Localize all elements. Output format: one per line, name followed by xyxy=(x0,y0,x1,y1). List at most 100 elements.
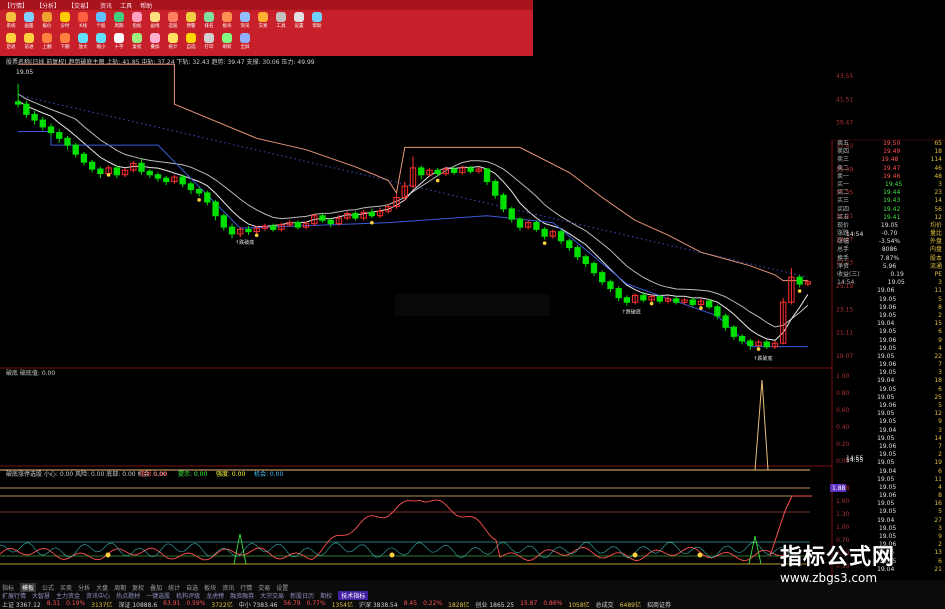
chart-area[interactable]: 股票名称(日线 前复权) 趋势破底主图 上轨: 41.85 中轨: 37.24 … xyxy=(0,56,945,580)
quote-cell: 19.04 xyxy=(877,377,895,385)
quote-row: 19.05 9 xyxy=(834,418,945,426)
quote-row: 19.05 2 xyxy=(834,451,945,459)
down-icon xyxy=(60,33,70,43)
quote-row: 现价 19.05 均价 xyxy=(834,222,945,230)
quote-row: 19.05 6 xyxy=(834,328,945,336)
tool-button-17[interactable]: 帮助 xyxy=(308,11,326,30)
extension-tab-11[interactable]: 期权 xyxy=(320,591,332,600)
ticker-cell: 6489亿 xyxy=(619,602,641,609)
extension-tab-0[interactable]: 扩展行情 xyxy=(2,591,26,600)
extension-tab-10[interactable]: 新股日历 xyxy=(290,591,314,600)
quote-cell: 19.04 xyxy=(878,467,897,475)
signal-dot xyxy=(197,198,201,202)
menu-item-5[interactable]: 帮助 xyxy=(140,1,152,10)
tool-button-10[interactable]: 预警 xyxy=(182,11,200,30)
current-price-label: 19.05 xyxy=(16,69,33,76)
nav-button-12[interactable]: 刷新 xyxy=(218,32,236,51)
menu-item-1[interactable]: 【分析】 xyxy=(36,1,60,10)
candle-body xyxy=(557,231,565,242)
extension-tab-1[interactable]: 大智慧 xyxy=(32,591,50,600)
menu-item-2[interactable]: 【交易】 xyxy=(68,1,92,10)
print-icon xyxy=(204,33,214,43)
nav-button-11[interactable]: 打印 xyxy=(200,32,218,51)
menu-item-4[interactable]: 工具 xyxy=(120,1,132,10)
candle-body xyxy=(187,183,195,191)
tool-button-11[interactable]: 排名 xyxy=(200,11,218,30)
tool-button-7[interactable]: 指标 xyxy=(128,11,146,30)
quote-cell: 19.05 xyxy=(877,475,895,483)
menu-item-3[interactable]: 资讯 xyxy=(100,1,112,10)
nav-button-9[interactable]: 统计 xyxy=(164,32,182,51)
tool-label: 分时 xyxy=(60,23,70,29)
tool-button-6[interactable]: 周期 xyxy=(110,11,128,30)
candle-body xyxy=(97,168,104,175)
extension-tab-9[interactable]: 大宗交易 xyxy=(260,591,284,600)
tool-button-8[interactable]: 画线 xyxy=(146,11,164,30)
tool-button-2[interactable]: 报价 xyxy=(38,11,56,30)
candle-body xyxy=(508,208,515,220)
quote-cell: 3 xyxy=(938,426,942,434)
nav-button-6[interactable]: 十字 xyxy=(110,32,128,51)
tool-button-15[interactable]: 工具 xyxy=(272,11,290,30)
quote-cell: 19.05 xyxy=(880,221,899,229)
tool-button-13[interactable]: 资讯 xyxy=(236,11,254,30)
quote-cell: 买五 xyxy=(837,213,850,221)
quote-cell: 19.06 xyxy=(878,303,897,311)
grid-icon xyxy=(6,12,16,22)
candle-body xyxy=(113,167,121,176)
signal-dot xyxy=(649,301,654,306)
indicator2-signal-dot xyxy=(105,552,111,558)
quote-cell: 卖五 xyxy=(837,140,850,147)
nav-button-2[interactable]: 上翻 xyxy=(38,32,56,51)
menu-item-0[interactable]: 【行情】 xyxy=(4,1,28,10)
quote-cell: 19.05 xyxy=(877,434,895,442)
tool-button-16[interactable]: 设置 xyxy=(290,11,308,30)
tool-button-3[interactable]: 分时 xyxy=(56,11,74,30)
quote-row: 19.06 7 xyxy=(834,361,945,369)
extension-tab-3[interactable]: 资讯中心 xyxy=(86,591,110,600)
tool-button-0[interactable]: 系统 xyxy=(2,11,20,30)
extension-tab-row: 扩展行情 大智慧 主力资金 资讯中心 热点题材 一键选股 机构评级 龙虎榜 融资融券 大宗交易 新股… xyxy=(2,591,369,600)
tool-button-14[interactable]: 交易 xyxy=(254,11,272,30)
quote-cell: 6 xyxy=(938,328,942,336)
nav-button-7[interactable]: 复权 xyxy=(128,32,146,51)
extension-tab-7[interactable]: 龙虎榜 xyxy=(206,591,224,600)
quote-row: 19.05 11 xyxy=(834,476,945,484)
nav-button-3[interactable]: 下翻 xyxy=(56,32,74,51)
extension-tab-4[interactable]: 热点题材 xyxy=(116,591,140,600)
candle-body xyxy=(294,222,301,228)
highlight-tab[interactable]: 技术指标 xyxy=(338,591,369,600)
extension-tab-5[interactable]: 一键选股 xyxy=(146,591,170,600)
tool-button-12[interactable]: 板块 xyxy=(218,11,236,30)
nav-button-8[interactable]: 叠加 xyxy=(146,32,164,51)
signal-dot xyxy=(542,241,547,246)
nav-button-0[interactable]: 后退 xyxy=(2,32,20,51)
nav-button-4[interactable]: 放大 xyxy=(74,32,92,51)
quote-row: 14:54 19.05 3 xyxy=(834,279,945,287)
quote-row: 19.06 7 xyxy=(834,443,945,451)
extension-tab-2[interactable]: 主力资金 xyxy=(56,591,80,600)
quote-panel: 卖五 19.50 65 卖四 19.49 18 卖三 19.48 114 卖二 19.47 46 卖一 1… xyxy=(834,140,945,580)
tool-button-4[interactable]: K线 xyxy=(74,11,92,30)
ticker-cell: 1058亿 xyxy=(568,602,590,609)
candle-body xyxy=(72,144,79,155)
candle-icon xyxy=(78,12,88,22)
candle-body xyxy=(673,298,680,303)
quote-cell: 均价 xyxy=(929,221,942,229)
tool-button-1[interactable]: 画面 xyxy=(20,11,38,30)
quote-cell: 114 xyxy=(930,156,942,164)
extension-tab-6[interactable]: 机构评级 xyxy=(176,591,200,600)
extension-tab-8[interactable]: 融资融券 xyxy=(230,591,254,600)
nav-button-5[interactable]: 缩小 xyxy=(92,32,110,51)
breakdown-label: ↑跌破底 xyxy=(235,239,254,246)
nav-button-10[interactable]: 自选 xyxy=(182,32,200,51)
nav-button-13[interactable]: 全屏 xyxy=(236,32,254,51)
candle-body xyxy=(607,281,614,290)
nav-button-1[interactable]: 前进 xyxy=(20,32,38,51)
tool-button-5[interactable]: 个股 xyxy=(92,11,110,30)
tool-button-9[interactable]: 选股 xyxy=(164,11,182,30)
candle-body xyxy=(368,211,376,217)
tool-label: 个股 xyxy=(96,23,106,29)
quote-row: 收益(三) 0.19 PE xyxy=(834,271,945,279)
tool-label: 十字 xyxy=(114,44,124,50)
